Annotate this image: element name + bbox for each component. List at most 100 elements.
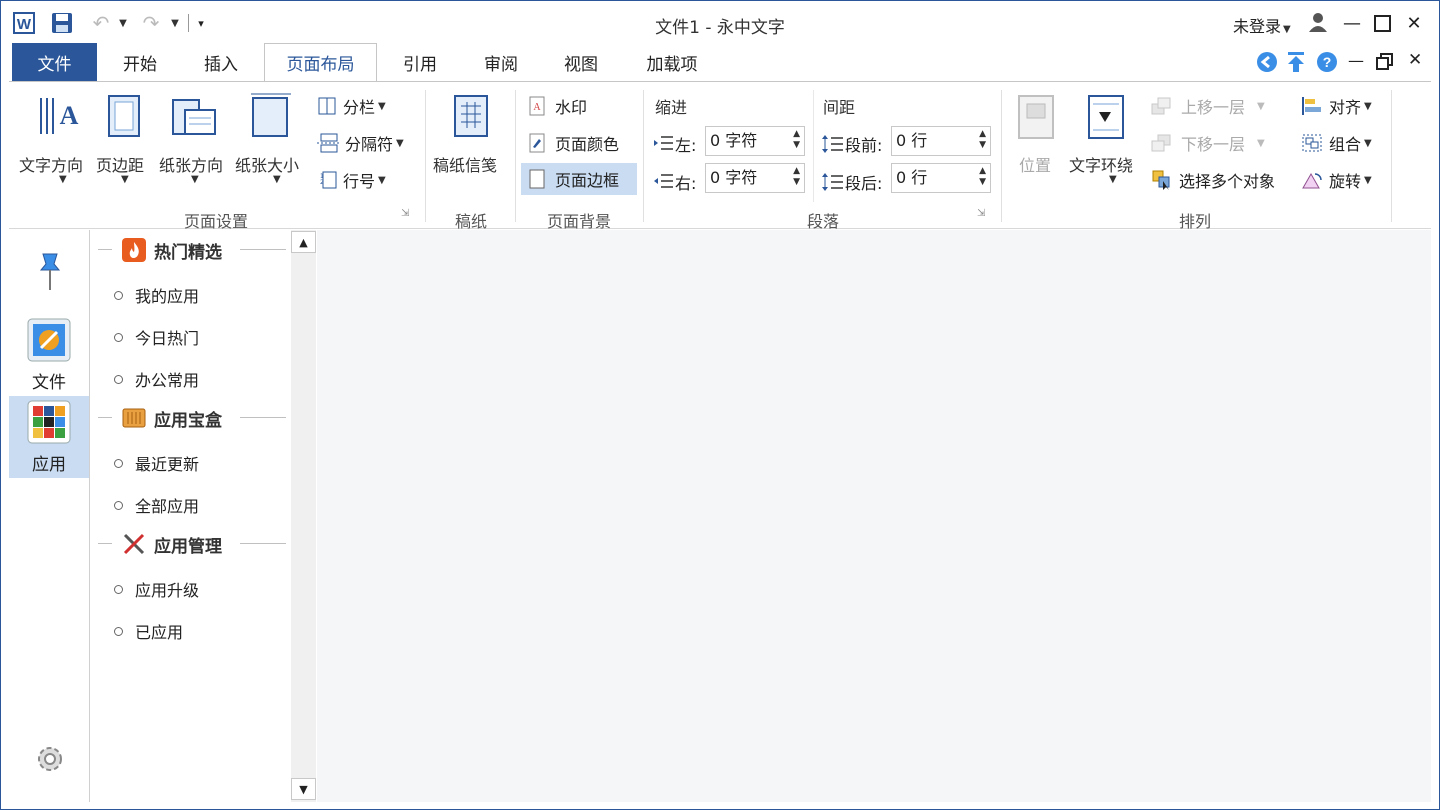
paper-size-button[interactable]: 纸张大小 ▼ bbox=[235, 90, 313, 200]
box-icon bbox=[122, 408, 146, 428]
list-item-upgrade[interactable]: 应用升级 bbox=[114, 577, 199, 601]
back-icon[interactable] bbox=[1256, 51, 1278, 73]
list-item-today-hot[interactable]: 今日热门 bbox=[114, 325, 199, 349]
user-icon[interactable] bbox=[1307, 10, 1329, 34]
bring-forward-button[interactable]: 上移一层 ▼ bbox=[1151, 94, 1265, 118]
orientation-icon bbox=[172, 99, 216, 135]
section-app-manage: 应用管理 bbox=[98, 532, 286, 557]
sidebar-item-apps[interactable]: 应用 bbox=[9, 396, 89, 478]
group-label-paper: 稿纸 bbox=[454, 212, 487, 231]
list-item-recent[interactable]: 最近更新 bbox=[114, 451, 199, 475]
page-border-button[interactable]: 页面边框 bbox=[521, 163, 637, 195]
svg-text:A: A bbox=[60, 101, 79, 130]
list-item-all-apps[interactable]: 全部应用 bbox=[114, 493, 199, 517]
tab-review[interactable]: 审阅 bbox=[465, 43, 537, 81]
minimize-button[interactable]: — bbox=[1337, 9, 1367, 37]
tab-home[interactable]: 开始 bbox=[105, 43, 175, 81]
help-icon[interactable]: ? bbox=[1316, 51, 1338, 73]
rotate-button[interactable]: 旋转 ▼ bbox=[1301, 168, 1372, 192]
watermark-icon: A bbox=[529, 96, 545, 116]
section-app-box: 应用宝盒 bbox=[98, 406, 286, 431]
text-direction-icon: A bbox=[40, 98, 79, 134]
spacing-before-label: 段前: bbox=[821, 132, 882, 156]
group-objects-button[interactable]: 组合 ▼ bbox=[1301, 131, 1372, 155]
group-objects-icon bbox=[1302, 134, 1322, 152]
text-wrap-button[interactable]: 文字环绕 ▼ bbox=[1067, 90, 1145, 200]
apps-grid-icon bbox=[27, 400, 71, 444]
columns-button[interactable]: 分栏 ▼ bbox=[317, 94, 386, 118]
spacing-before-field[interactable]: 0 行 ▲ ▼ bbox=[891, 126, 991, 156]
margins-button[interactable]: 页边距 ▼ bbox=[95, 90, 157, 200]
fire-icon bbox=[122, 238, 146, 262]
indent-right-field[interactable]: 0 字符 ▲ ▼ bbox=[705, 163, 805, 193]
align-icon bbox=[1302, 97, 1321, 115]
tab-file[interactable]: 文件 bbox=[12, 43, 97, 81]
scroll-up-button[interactable]: ▲ bbox=[291, 231, 316, 253]
send-backward-button[interactable]: 下移一层 ▼ bbox=[1151, 131, 1265, 155]
rotate-icon bbox=[1302, 172, 1322, 189]
apps-panel: 热门精选 我的应用 今日热门 办公常用 应用宝盒 最近更新 全部应用 应用管理 … bbox=[90, 230, 290, 802]
list-item-applied[interactable]: 已应用 bbox=[114, 619, 183, 643]
align-button[interactable]: 对齐 ▼ bbox=[1301, 94, 1372, 118]
text-direction-button[interactable]: A 文字方向 ▼ bbox=[17, 90, 95, 200]
tab-view[interactable]: 视图 bbox=[545, 43, 617, 81]
page-color-button[interactable]: 页面颜色 bbox=[527, 131, 619, 155]
maximize-button[interactable] bbox=[1367, 9, 1397, 37]
svg-text:A: A bbox=[533, 102, 541, 113]
group-label-page-setup: 页面设置 bbox=[183, 212, 248, 231]
tab-references[interactable]: 引用 bbox=[385, 43, 455, 81]
window-title: 文件1 - 永中文字 bbox=[655, 18, 785, 38]
pin-top-icon[interactable] bbox=[1285, 51, 1307, 73]
stationery-icon bbox=[454, 95, 488, 137]
position-button[interactable]: 位置 bbox=[1009, 90, 1065, 200]
breaks-button[interactable]: 分隔符 ▼ bbox=[317, 131, 404, 155]
position-icon bbox=[1018, 95, 1054, 139]
group-label-arrange: 排列 bbox=[1178, 212, 1211, 231]
tab-insert[interactable]: 插入 bbox=[185, 43, 257, 81]
doc-close-button[interactable]: ✕ bbox=[1408, 50, 1422, 70]
pin-icon[interactable] bbox=[33, 248, 67, 292]
gear-icon[interactable] bbox=[33, 742, 67, 776]
ribbon-tabs: 文件 开始 插入 页面布局 引用 审阅 视图 加载项 ? — ✕ bbox=[1, 43, 1439, 81]
watermark-button[interactable]: A 水印 bbox=[527, 94, 587, 118]
paper-size-icon bbox=[251, 93, 291, 137]
title-bar: W ↶ ▼ ↷ ▼ ▾ 文件1 - 永中文字 未登录 ▼ — ✕ bbox=[1, 1, 1439, 43]
line-numbers-button[interactable]: 12 行号 ▼ bbox=[317, 168, 386, 192]
scroll-down-button[interactable]: ▼ bbox=[291, 778, 316, 800]
spacing-after-field[interactable]: 0 行 ▲ ▼ bbox=[891, 163, 991, 193]
list-item-office[interactable]: 办公常用 bbox=[114, 367, 199, 391]
panel-scrollbar[interactable]: ▲ ▼ bbox=[291, 230, 316, 802]
orientation-button[interactable]: 纸张方向 ▼ bbox=[157, 90, 235, 200]
indent-left-icon bbox=[654, 136, 673, 150]
spacing-before-icon bbox=[822, 135, 843, 153]
select-objects-button[interactable]: 选择多个对象 bbox=[1151, 168, 1275, 192]
margins-icon bbox=[108, 95, 140, 137]
svg-text:?: ? bbox=[1323, 54, 1332, 70]
ribbon-panel: A 文字方向 ▼ 页边距 ▼ 纸张方向 ▼ 纸张大小 ▼ 分栏 ▼ 分隔符 ▼ 1 bbox=[9, 81, 1431, 231]
group-label-background: 页面背景 bbox=[546, 212, 611, 231]
doc-restore-button[interactable] bbox=[1376, 53, 1394, 71]
sidebar-item-file[interactable]: 文件 bbox=[9, 314, 89, 396]
stationery-button[interactable]: 稿纸信笺 bbox=[429, 90, 513, 200]
page-setup-launcher-icon[interactable]: ⇲ bbox=[401, 208, 413, 220]
indent-left-field[interactable]: 0 字符 ▲ ▼ bbox=[705, 126, 805, 156]
svg-text:2: 2 bbox=[320, 179, 324, 186]
columns-icon bbox=[318, 97, 336, 115]
send-backward-icon bbox=[1151, 134, 1171, 152]
list-item-my-apps[interactable]: 我的应用 bbox=[114, 283, 199, 307]
paragraph-launcher-icon[interactable]: ⇲ bbox=[977, 208, 989, 220]
spacing-after-icon bbox=[822, 173, 843, 191]
page-color-icon bbox=[529, 133, 545, 153]
indent-left-label: 左: bbox=[653, 132, 696, 156]
group-label-paragraph: 段落 bbox=[806, 212, 839, 231]
line-numbers-icon: 12 bbox=[320, 171, 337, 189]
select-objects-icon bbox=[1152, 170, 1170, 190]
close-button[interactable]: ✕ bbox=[1399, 9, 1429, 37]
doc-minimize-button[interactable]: — bbox=[1348, 51, 1364, 70]
tab-page-layout[interactable]: 页面布局 bbox=[264, 43, 377, 81]
app-window: W ↶ ▼ ↷ ▼ ▾ 文件1 - 永中文字 未登录 ▼ — ✕ 文件 开始 插入… bbox=[0, 0, 1440, 810]
file-app-icon bbox=[27, 318, 71, 362]
login-status[interactable]: 未登录 ▼ bbox=[1233, 13, 1291, 37]
bring-forward-icon bbox=[1151, 97, 1171, 115]
tab-addins[interactable]: 加载项 bbox=[627, 43, 717, 81]
